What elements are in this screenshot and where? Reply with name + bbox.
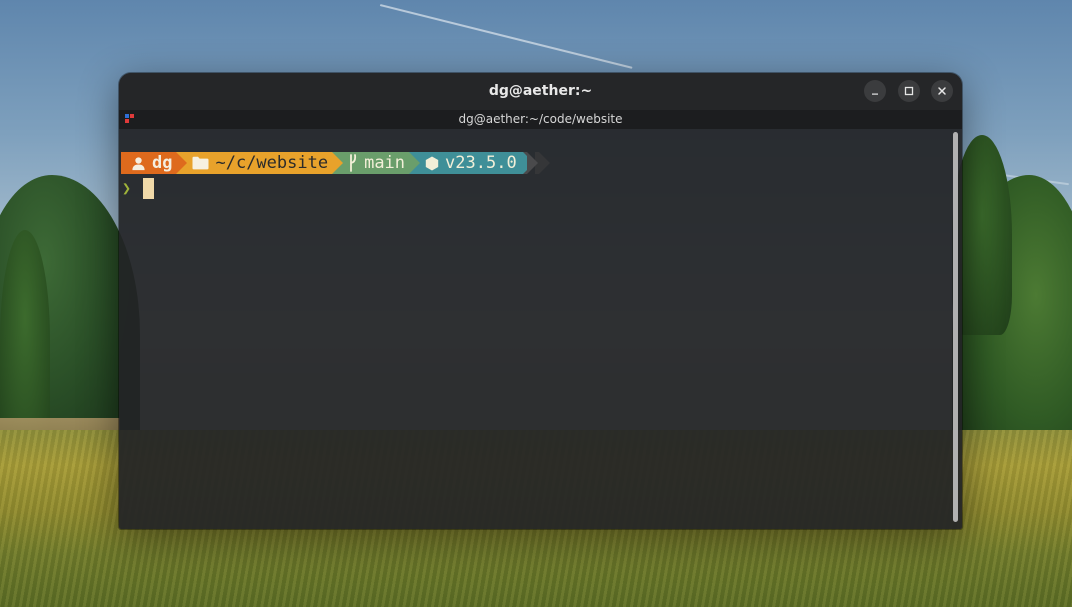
prompt-node-version: v23.5.0 xyxy=(445,153,517,173)
prompt-user: dg xyxy=(152,153,173,173)
prompt-git-branch: main xyxy=(364,153,406,173)
git-branch-icon xyxy=(348,154,358,172)
prompt-line: dg ~/c/website main v23.5.0 xyxy=(121,152,550,174)
prompt-directory: ~/c/website xyxy=(215,153,329,173)
tab-title: dg@aether:~/code/website xyxy=(458,112,623,126)
terminal-tab[interactable]: dg@aether:~/code/website xyxy=(119,110,962,129)
window-titlebar[interactable]: dg@aether:~ xyxy=(119,73,962,110)
folder-icon xyxy=(192,156,209,170)
text-cursor xyxy=(143,177,155,199)
minimize-icon xyxy=(872,93,878,95)
nodejs-hexagon-icon xyxy=(425,156,439,171)
maximize-icon xyxy=(904,86,914,96)
user-icon xyxy=(131,156,146,171)
powerline-separator xyxy=(332,152,344,174)
scrollbar[interactable] xyxy=(953,132,958,522)
prompt-chevron: ❯ xyxy=(122,179,132,197)
close-icon xyxy=(938,87,946,95)
prompt-node-segment: v23.5.0 xyxy=(409,152,534,174)
terminal-window[interactable]: dg@aether:~ dg@aether:~/code/website dg xyxy=(119,73,962,529)
window-title: dg@aether:~ xyxy=(488,83,593,99)
powerline-separator xyxy=(409,152,421,174)
powerline-separator xyxy=(526,152,538,174)
powerline-separator xyxy=(538,152,550,174)
maximize-button[interactable] xyxy=(898,80,920,102)
input-line[interactable]: ❯ xyxy=(122,177,155,199)
terminal-content[interactable]: dg ~/c/website main v23.5.0 ❯ xyxy=(119,129,962,529)
minimize-button[interactable] xyxy=(864,80,886,102)
powerline-separator xyxy=(176,152,188,174)
prompt-user-segment: dg xyxy=(121,152,188,174)
prompt-git-segment: main xyxy=(332,152,421,174)
prompt-directory-segment: ~/c/website xyxy=(176,152,344,174)
wallpaper-tree xyxy=(0,230,50,450)
close-button[interactable] xyxy=(931,80,953,102)
